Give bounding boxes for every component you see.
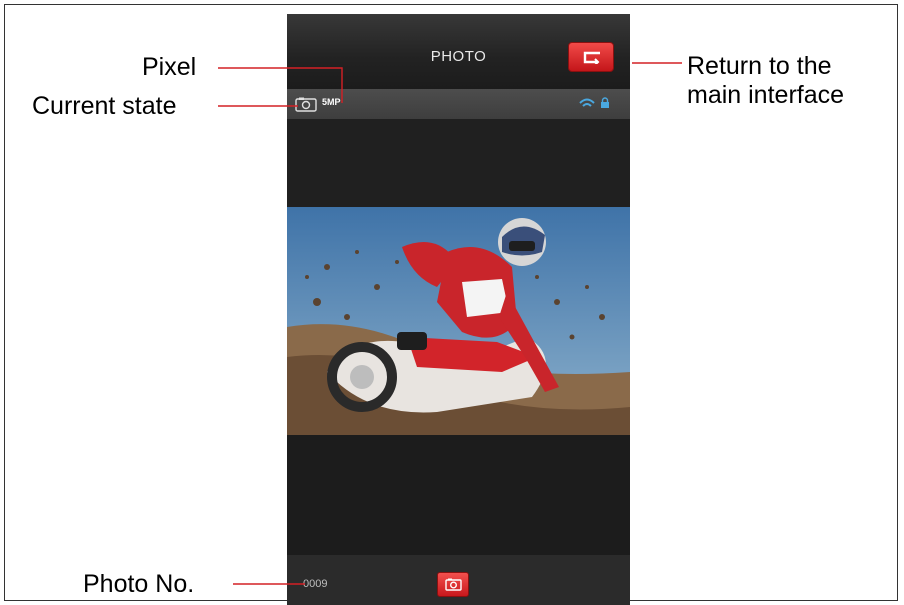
callout-photo-no: Photo No. bbox=[83, 570, 195, 598]
callout-current-state: Current state bbox=[32, 92, 177, 120]
callout-pixel: Pixel bbox=[142, 53, 197, 81]
callout-return-line1: Return to the bbox=[687, 52, 832, 80]
callout-return-line2: main interface bbox=[687, 81, 845, 109]
